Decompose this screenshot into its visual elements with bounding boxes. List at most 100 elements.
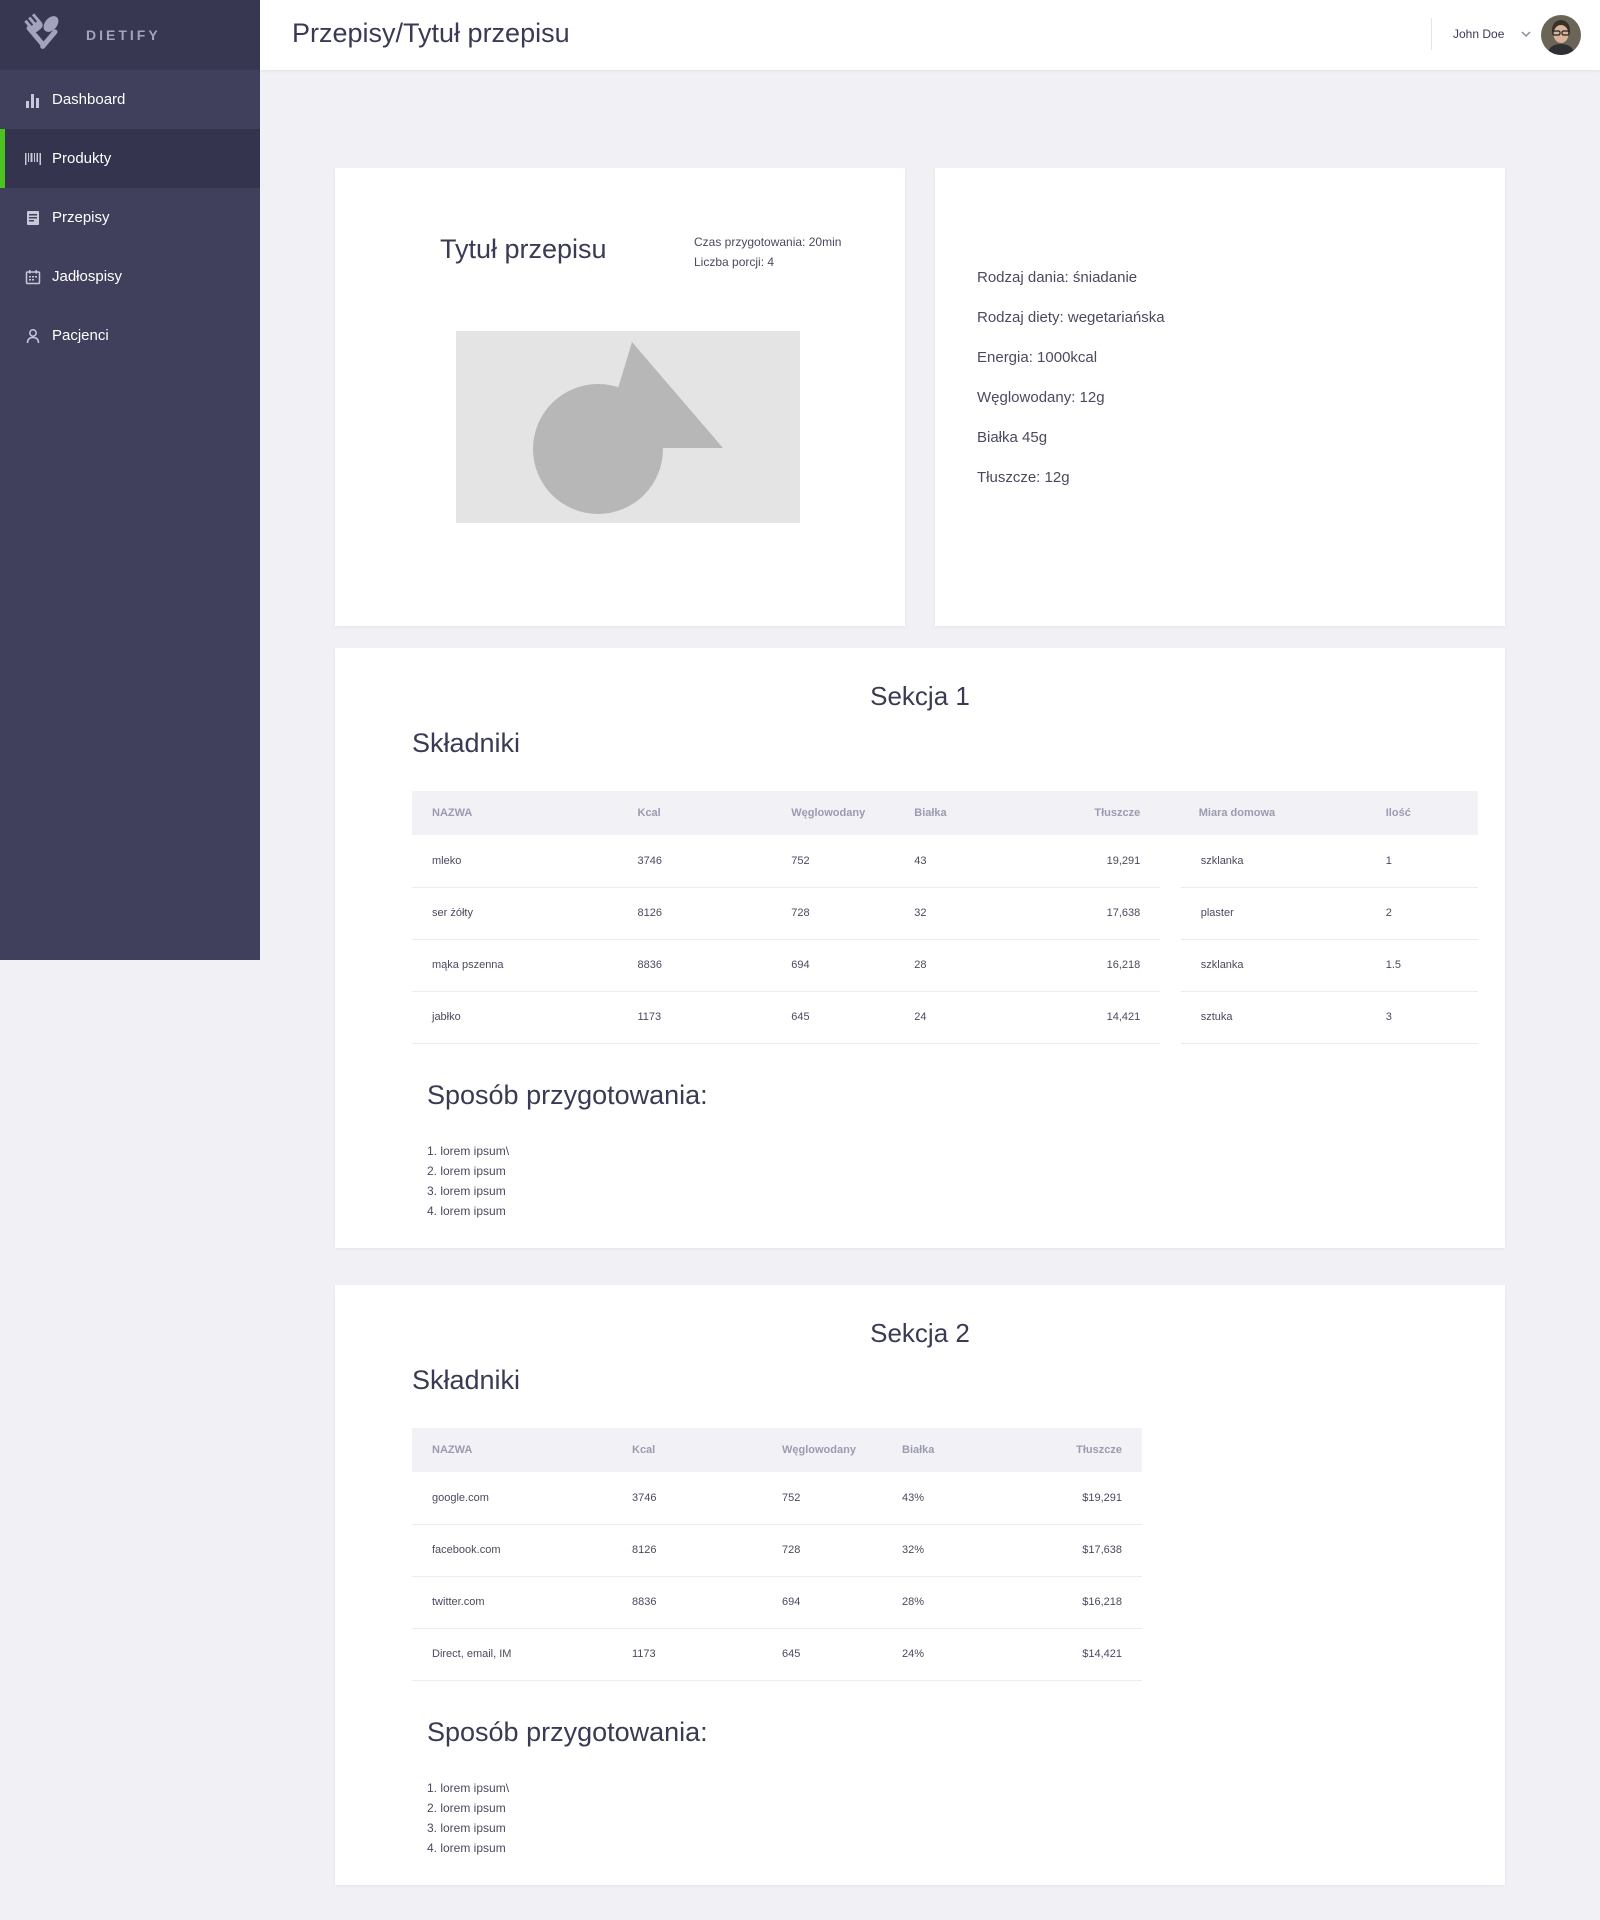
info-fat: Tłuszcze: 12g — [977, 469, 1070, 486]
header: Przepisy/Tytuł przepisu John Doe — [260, 0, 1600, 70]
chevron-down-icon[interactable] — [1520, 28, 1532, 40]
table-row[interactable]: mąka pszenna 8836 694 28 16,218 szklanka… — [412, 939, 1478, 992]
ingredients-title: Składniki — [412, 1365, 521, 1395]
column-header-carbs[interactable]: Węglowodany — [791, 791, 915, 835]
sidebar-item-pacjenci[interactable]: Pacjenci — [0, 306, 260, 365]
cell-carbs: 752 — [791, 835, 915, 888]
cell-carbs: 728 — [791, 887, 915, 940]
cell-household-measure: sztuka — [1180, 991, 1386, 1044]
sidebar-item-jadlospisy[interactable]: Jadłospisy — [0, 247, 260, 306]
info-carbs: Węglowodany: 12g — [977, 389, 1105, 406]
table-row[interactable]: Direct, email, IM 1173 645 24% $14,421 — [412, 1628, 1142, 1681]
table-header-row: NAZWA Kcal Węglowodany Białka Tłuszcze — [412, 1428, 1142, 1472]
cell-fat: $14,421 — [992, 1628, 1142, 1681]
recipe-title: Tytuł przepisu — [440, 234, 607, 264]
user-name[interactable]: John Doe — [1453, 27, 1504, 41]
avatar[interactable] — [1541, 15, 1581, 55]
cell-gap — [1160, 887, 1181, 939]
info-protein: Białka 45g — [977, 429, 1048, 446]
table-row[interactable]: twitter.com 8836 694 28% $16,218 — [412, 1576, 1142, 1629]
barcode-icon — [25, 152, 41, 165]
sidebar-item-dashboard[interactable]: Dashboard — [0, 70, 260, 129]
sidebar-item-label: Pacjenci — [52, 327, 109, 344]
section-title: Sekcja 1 — [870, 681, 970, 711]
table-row[interactable]: ser żółty 8126 728 32 17,638 plaster 2 — [412, 887, 1478, 940]
table-row[interactable]: mleko 3746 752 43 19,291 szklanka 1 — [412, 835, 1478, 888]
page-title: Przepisy/Tytuł przepisu — [292, 18, 570, 48]
cell-household-measure: szklanka — [1180, 835, 1386, 888]
column-header-fat[interactable]: Tłuszcze — [1006, 791, 1161, 835]
recipe-info-card: Rodzaj dania: śniadanie Rodzaj diety: we… — [935, 168, 1505, 626]
cell-protein: 24% — [902, 1628, 992, 1681]
column-header-name[interactable]: NAZWA — [412, 791, 638, 835]
preparation-steps: 1. lorem ipsum\ 2. lorem ipsum 3. lorem … — [427, 1778, 509, 1858]
sidebar: DIETIFY Dashboard Produkty Przepisy Jadł… — [0, 0, 260, 960]
table-row[interactable]: jabłko 1173 645 24 14,421 sztuka 3 — [412, 991, 1478, 1044]
cell-fat: 16,218 — [1006, 939, 1161, 992]
cell-kcal: 3746 — [632, 1472, 782, 1525]
sidebar-item-produkty[interactable]: Produkty — [0, 129, 260, 188]
cell-kcal: 8836 — [632, 1576, 782, 1629]
column-header-fat[interactable]: Tłuszcze — [992, 1428, 1142, 1472]
column-header-protein[interactable]: Białka — [914, 791, 1007, 835]
recipe-card: Tytuł przepisu Czas przygotowania: 20min… — [335, 168, 905, 626]
section-title: Sekcja 2 — [870, 1318, 970, 1348]
cell-name: Direct, email, IM — [412, 1628, 632, 1681]
cell-carbs: 645 — [791, 991, 915, 1044]
column-header-kcal[interactable]: Kcal — [637, 791, 792, 835]
cell-kcal: 1173 — [637, 991, 792, 1044]
table-row[interactable]: facebook.com 8126 728 32% $17,638 — [412, 1524, 1142, 1577]
list-item: 4. lorem ipsum — [427, 1204, 506, 1218]
column-header-household-measure[interactable]: Miara domowa — [1180, 791, 1386, 835]
cell-quantity: 2 — [1385, 887, 1478, 940]
ingredients-title: Składniki — [412, 728, 521, 758]
info-dish-type: Rodzaj dania: śniadanie — [977, 269, 1138, 286]
cell-kcal: 8836 — [637, 939, 792, 992]
column-header-quantity[interactable]: Ilość — [1385, 791, 1478, 835]
cell-fat: 17,638 — [1006, 887, 1161, 940]
cell-household-measure: szklanka — [1180, 939, 1386, 992]
portions: Liczba porcji: 4 — [694, 255, 775, 269]
cell-quantity: 1 — [1385, 835, 1478, 888]
cell-carbs: 694 — [782, 1576, 902, 1629]
header-divider — [1431, 18, 1432, 50]
cell-protein: 24 — [914, 991, 1007, 1044]
cell-kcal: 8126 — [637, 887, 792, 940]
cell-fat: $19,291 — [992, 1472, 1142, 1525]
sidebar-item-label: Produkty — [52, 150, 112, 167]
ingredients-table: NAZWA Kcal Węglowodany Białka Tłuszcze g… — [412, 1428, 1142, 1681]
column-header-name[interactable]: NAZWA — [412, 1428, 632, 1472]
column-header-carbs[interactable]: Węglowodany — [782, 1428, 902, 1472]
cell-gap — [1160, 835, 1181, 887]
cell-name: twitter.com — [412, 1576, 632, 1629]
cell-protein: 32 — [914, 887, 1007, 940]
column-header-protein[interactable]: Białka — [902, 1428, 992, 1472]
brand[interactable]: DIETIFY — [0, 0, 260, 70]
sidebar-item-label: Jadłospisy — [52, 268, 123, 285]
recipe-meta: Czas przygotowania: 20min Liczba porcji:… — [694, 232, 841, 272]
sidebar-item-label: Przepisy — [52, 209, 110, 226]
sidebar-item-przepisy[interactable]: Przepisy — [0, 188, 260, 247]
cell-kcal: 1173 — [632, 1628, 782, 1681]
cell-carbs: 728 — [782, 1524, 902, 1577]
sidebar-item-label: Dashboard — [52, 91, 126, 108]
cell-fat: $17,638 — [992, 1524, 1142, 1577]
list-item: 2. lorem ipsum — [427, 1164, 506, 1178]
list-item: 1. lorem ipsum\ — [427, 1781, 510, 1795]
recipe-book-icon — [27, 210, 39, 225]
column-header-kcal[interactable]: Kcal — [632, 1428, 782, 1472]
user-icon — [26, 328, 40, 343]
cell-kcal: 3746 — [637, 835, 792, 888]
table-header-row: NAZWA Kcal Węglowodany Białka Tłuszcze M… — [412, 791, 1478, 835]
cell-protein: 28 — [914, 939, 1007, 992]
list-item: 4. lorem ipsum — [427, 1841, 506, 1855]
cell-quantity: 3 — [1385, 991, 1478, 1044]
list-item: 3. lorem ipsum — [427, 1184, 506, 1198]
cell-carbs: 752 — [782, 1472, 902, 1525]
cell-protein: 28% — [902, 1576, 992, 1629]
section-2-card: Sekcja 2 Składniki NAZWA Kcal Węglowodan… — [335, 1285, 1505, 1885]
cell-quantity: 1.5 — [1385, 939, 1478, 992]
preparation-steps: 1. lorem ipsum\ 2. lorem ipsum 3. lorem … — [427, 1141, 509, 1221]
table-row[interactable]: google.com 3746 752 43% $19,291 — [412, 1472, 1142, 1525]
bar-chart-icon — [26, 93, 39, 108]
